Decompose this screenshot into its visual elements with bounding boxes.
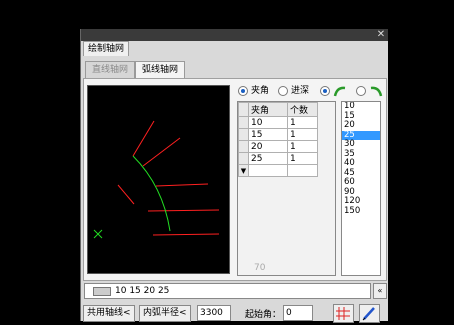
- cell-count[interactable]: 1: [287, 128, 318, 141]
- list-item[interactable]: 150: [342, 206, 380, 217]
- new-row-marker-icon[interactable]: ▼: [238, 164, 249, 177]
- angle-option[interactable]: 夹角: [238, 85, 269, 97]
- table-row[interactable]: 10 1: [238, 116, 318, 129]
- dialog-titlebar[interactable]: ✕: [81, 29, 388, 41]
- close-icon[interactable]: ✕: [376, 29, 386, 40]
- depth-label: 进深: [291, 86, 310, 96]
- cell-angle[interactable]: 10: [248, 116, 288, 129]
- cell-count[interactable]: 1: [287, 152, 318, 165]
- header-count: 个数: [287, 102, 318, 117]
- inner-radius-button[interactable]: 内弧半径<: [139, 305, 191, 322]
- grid-pick-icon[interactable]: [333, 304, 354, 323]
- radial-line: [117, 184, 135, 205]
- mode-b-option[interactable]: [356, 85, 383, 97]
- grid-preview: [87, 85, 230, 274]
- cell-count[interactable]: 1: [287, 140, 318, 153]
- radial-line: [147, 209, 220, 212]
- start-angle-field[interactable]: 0: [283, 305, 313, 321]
- cell-angle[interactable]: 15: [248, 128, 288, 141]
- tab-arc-grid[interactable]: 弧线轴网: [135, 61, 186, 79]
- double-chevron-left-icon[interactable]: «: [373, 283, 387, 299]
- depth-option[interactable]: 进深: [278, 85, 309, 97]
- table-row[interactable]: 20 1: [238, 140, 318, 153]
- inner-radius-field[interactable]: 3300: [197, 305, 231, 321]
- radial-line: [142, 137, 181, 167]
- shared-axis-button[interactable]: 共用轴线<: [83, 305, 135, 322]
- mode-b-radio[interactable]: [356, 86, 366, 96]
- axis-grid-dialog: ✕ 绘制轴网 直线轴网 弧线轴网 夹角 进深 夹角 个数 10 1 15 1 2…: [80, 29, 388, 323]
- radial-line: [155, 183, 209, 187]
- mode-a-option[interactable]: [320, 85, 347, 97]
- new-row[interactable]: ▼: [238, 164, 318, 177]
- arc-line: [132, 155, 171, 232]
- radial-line: [152, 233, 220, 236]
- total-angle: 70: [254, 263, 266, 273]
- radial-line: [132, 120, 155, 157]
- tab-straight-grid[interactable]: 直线轴网: [85, 61, 136, 78]
- origin-marker: [93, 229, 103, 239]
- keyboard-icon: [93, 287, 111, 296]
- angle-label: 夹角: [251, 86, 270, 96]
- mode-a-radio[interactable]: [320, 86, 330, 96]
- depth-radio[interactable]: [278, 86, 288, 96]
- command-input[interactable]: 10 15 20 25: [84, 283, 371, 299]
- arc-green-icon: [333, 86, 346, 97]
- start-angle-label: 起始角：: [245, 310, 282, 320]
- preview-drawing: [93, 120, 220, 239]
- dialog-title: 绘制轴网: [83, 41, 130, 56]
- cell-angle[interactable]: 25: [248, 152, 288, 165]
- table-row[interactable]: 25 1: [238, 152, 318, 165]
- command-text[interactable]: 10 15 20 25: [115, 284, 169, 298]
- header-angle: 夹角: [248, 102, 288, 117]
- table-row[interactable]: 15 1: [238, 128, 318, 141]
- arc-green-icon: [370, 86, 383, 97]
- cell-angle[interactable]: 20: [248, 140, 288, 153]
- angle-grid[interactable]: 夹角 个数 10 1 15 1 20 1 25 1 ▼ 70: [237, 101, 336, 276]
- value-list[interactable]: 10 15 20 25 30 35 40 45 60 90 120 150: [341, 101, 381, 276]
- pen-icon[interactable]: [359, 304, 380, 323]
- arc-grid-panel: 夹角 进深 夹角 个数 10 1 15 1 20 1 25 1 ▼ 70 10 …: [83, 78, 387, 281]
- angle-radio[interactable]: [238, 86, 248, 96]
- cell-count[interactable]: 1: [287, 116, 318, 129]
